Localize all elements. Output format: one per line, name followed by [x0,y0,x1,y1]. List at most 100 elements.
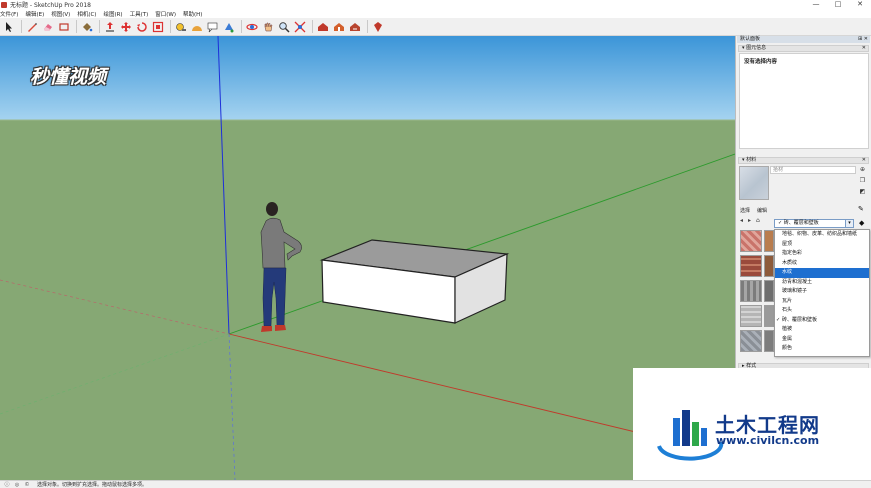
credits-icon[interactable]: © [22,482,32,488]
dropdown-option[interactable]: 瓦片 [775,297,869,307]
material-category-select[interactable]: ✓ 砖、覆层和壁板 ▾ [774,219,854,228]
menu-help[interactable]: 帮助(H) [183,10,202,18]
dropdown-option[interactable]: 地毯、织物、皮革、纺织品和墙纸 [775,230,869,240]
material-thumb[interactable] [764,230,774,252]
entity-info-panel: 没有选择内容 [739,53,869,149]
material-thumb[interactable] [740,330,762,352]
share-model-icon[interactable] [348,20,362,34]
menu-file[interactable]: 文件(F) [0,10,18,18]
select-tool-icon[interactable] [2,20,16,34]
material-thumb[interactable] [764,255,774,277]
default-material-icon[interactable]: ◩ [857,188,868,199]
paint-tool-icon[interactable] [222,20,236,34]
dropdown-option[interactable]: 玻璃和镜子 [775,287,869,297]
site-url: www.civilcn.com [716,434,820,447]
ruby-console-icon[interactable] [371,20,385,34]
sky [0,36,735,120]
material-thumb[interactable] [740,230,762,252]
model-viewport[interactable]: 秒懂视频 [0,36,735,480]
create-material-icon[interactable]: ⊕ [857,166,868,177]
close-icon[interactable]: ✕ [862,158,866,163]
selected-category-text: 砖、覆层和壁板 [783,220,819,226]
sketchup-app-icon [1,1,7,8]
status-text: 选择对象。切换到扩充选择。拖动鼠标选择多项。 [37,482,148,488]
material-thumb[interactable] [764,280,774,302]
pan-tool-icon[interactable] [261,20,275,34]
material-preview-swatch [739,166,769,200]
close-button[interactable]: ✕ [849,0,871,9]
material-side-icons: ⊕ ❐ ◩ [857,166,868,199]
title-bar: 无标题 - SketchUp Pro 2018 — □ ✕ [0,0,871,9]
menu-window[interactable]: 窗口(W) [155,10,176,18]
protractor-tool-icon[interactable] [190,20,204,34]
minimize-button[interactable]: — [805,0,827,9]
dropdown-option[interactable]: 颜色 [775,344,869,354]
tab-select[interactable]: 选择 [740,207,750,214]
main-toolbar [0,18,871,36]
materials-nav: ◂ ▸ ⌂ [740,217,764,224]
pin-icon[interactable]: ⊞ ✕ [858,36,868,43]
tray-title-bar: 默认面板 ⊞ ✕ [737,36,870,43]
menu-edit[interactable]: 编辑(E) [25,10,44,18]
eyedropper-icon[interactable]: ✎ [858,205,864,213]
home-icon[interactable]: ⌂ [756,217,764,224]
forward-arrow-icon[interactable]: ▸ [748,217,756,224]
maximize-button[interactable]: □ [827,0,849,9]
dropdown-option-highlighted[interactable]: 水纹 [775,268,869,278]
material-thumb[interactable] [740,280,762,302]
dropdown-option[interactable]: 金属 [775,335,869,345]
geo-location-icon[interactable]: ◎ [12,482,22,488]
offset-tool-icon[interactable] [151,20,165,34]
rotate-tool-icon[interactable] [135,20,149,34]
display-secondary-icon[interactable]: ❐ [857,177,868,188]
entity-info-header[interactable]: ▾ 图元信息 ✕ [738,45,869,52]
material-thumb[interactable] [764,330,774,352]
category-dropdown-list: 地毯、织物、皮革、纺织品和墙纸 屋顶 指定色彩 木质纹 水纹 沥青和混凝土 玻璃… [774,229,870,357]
material-thumbnails [740,230,776,354]
window-controls: — □ ✕ [805,0,871,9]
close-icon[interactable]: ✕ [862,46,866,51]
material-thumb[interactable] [740,255,762,277]
material-thumb[interactable] [764,305,774,327]
eraser-tool-icon[interactable] [41,20,55,34]
toolbar-separator [170,20,171,33]
move-tool-icon[interactable] [119,20,133,34]
dropdown-option-checked[interactable]: 砖、覆层和壁板 [775,316,869,326]
details-icon[interactable]: ◆ [859,219,864,227]
materials-header[interactable]: ▾ 材料 ✕ [738,157,869,164]
shapes-tool-icon[interactable] [57,20,71,34]
watermark-top-left: 秒懂视频 [30,66,107,88]
dropdown-option[interactable]: 木质纹 [775,259,869,269]
dropdown-option[interactable]: 石头 [775,306,869,316]
menu-bar: 文件(F) 编辑(E) 视图(V) 相机(C) 绘图(R) 工具(T) 窗口(W… [0,9,871,18]
pencil-line-tool-icon[interactable] [25,20,39,34]
dropdown-option[interactable]: 指定色彩 [775,249,869,259]
tray-title: 默认面板 [740,36,761,42]
menu-tools[interactable]: 工具(T) [130,10,149,18]
tape-measure-tool-icon[interactable] [174,20,188,34]
menu-camera[interactable]: 相机(C) [77,10,96,18]
paint-bucket-tool-icon[interactable] [80,20,94,34]
toolbar-separator [312,20,313,33]
zoom-extents-tool-icon[interactable] [293,20,307,34]
extension-warehouse-icon[interactable] [332,20,346,34]
entity-info-text: 没有选择内容 [744,59,778,65]
warehouse-tool-icon[interactable] [316,20,330,34]
dropdown-option[interactable]: 屋顶 [775,240,869,250]
tab-edit[interactable]: 编辑 [757,207,767,214]
material-thumb[interactable] [740,305,762,327]
text-tool-icon[interactable] [206,20,220,34]
chevron-down-icon[interactable]: ▾ [845,220,853,227]
back-arrow-icon[interactable]: ◂ [740,217,748,224]
dropdown-option[interactable]: 植被 [775,325,869,335]
zoom-tool-icon[interactable] [277,20,291,34]
orbit-tool-icon[interactable] [245,20,259,34]
toolbar-separator [367,20,368,33]
dropdown-option[interactable]: 沥青和混凝土 [775,278,869,288]
push-pull-tool-icon[interactable] [103,20,117,34]
info-icon[interactable]: ⓘ [2,481,12,488]
menu-view[interactable]: 视图(V) [51,10,70,18]
material-name-field[interactable]: 拾材 [770,166,856,174]
menu-draw[interactable]: 绘图(R) [103,10,122,18]
entity-info-header-label: ▾ 图元信息 [742,45,767,51]
